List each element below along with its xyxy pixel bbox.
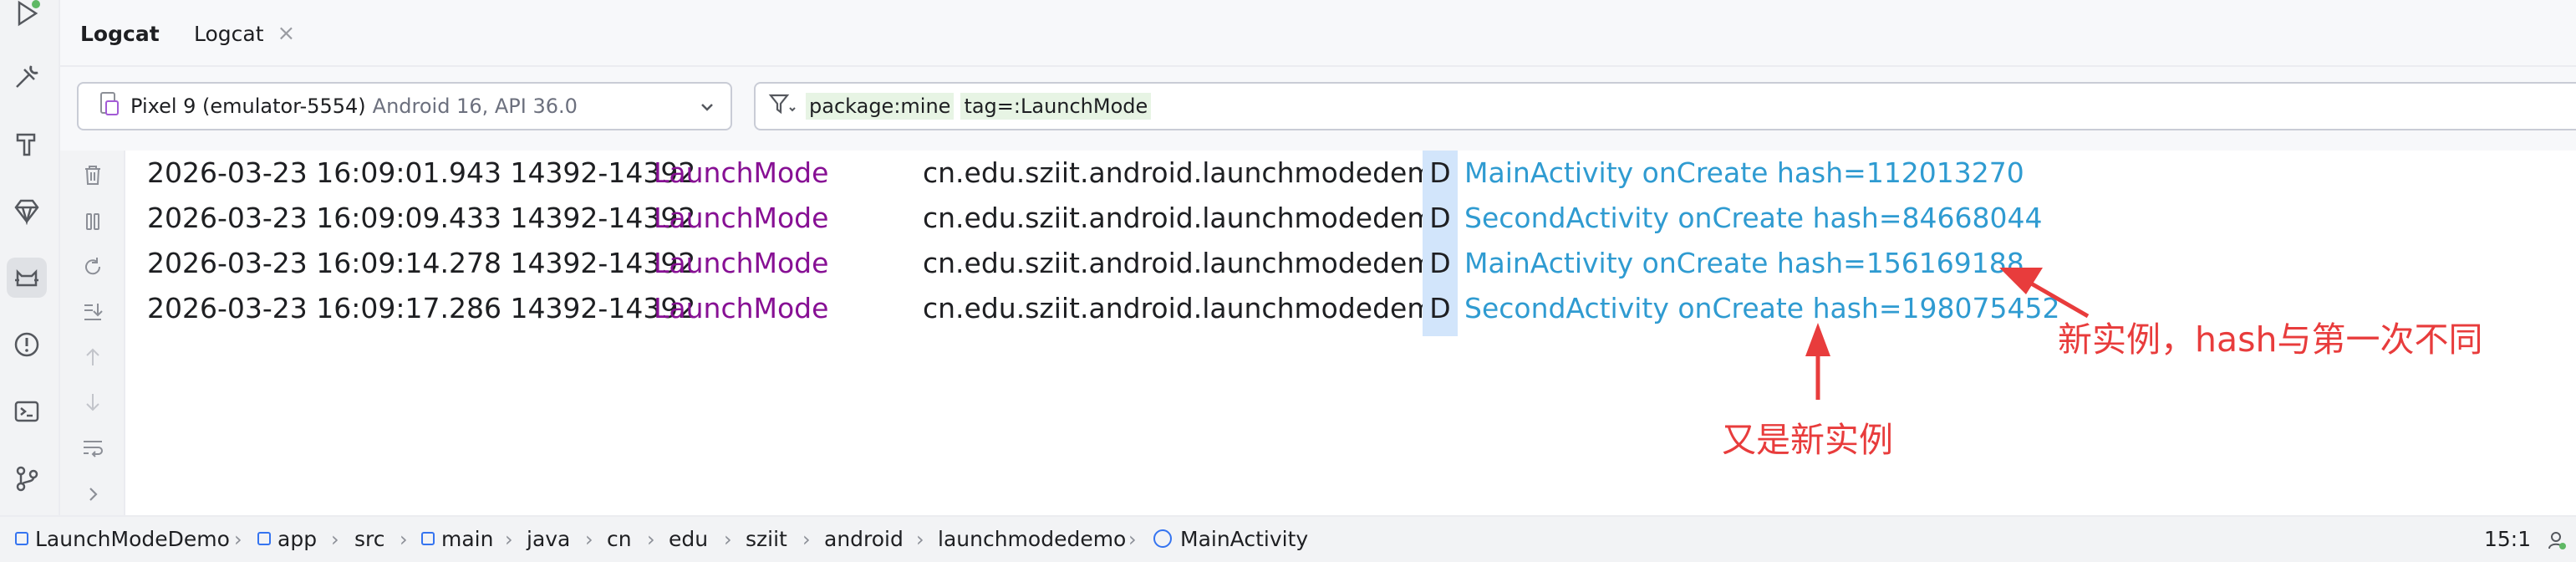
pause-icon[interactable]: [80, 209, 105, 234]
breadcrumb-label: app: [277, 527, 318, 551]
log-row[interactable]: 2026-03-23 16:09:01.943 14392-14392 Laun…: [125, 151, 2549, 196]
tab-logcat[interactable]: Logcat ×: [194, 0, 295, 67]
breadcrumb-item[interactable]: app: [257, 517, 317, 562]
filter-token-package: package:mine: [806, 93, 955, 120]
tab-label: Logcat: [194, 21, 264, 46]
log-timestamp: 2026-03-23 16:09:01.943 14392-14392: [147, 156, 696, 189]
log-timestamp: 2026-03-23 16:09:14.278 14392-14392: [147, 247, 696, 279]
log-tag: LaunchMode: [654, 202, 829, 234]
git-icon[interactable]: [7, 458, 47, 498]
status-bar: LaunchModeDemo › app › src › main › java…: [0, 515, 2576, 562]
breadcrumb-label: main: [441, 527, 494, 551]
breadcrumb-label: LaunchModeDemo: [35, 527, 230, 551]
terminal-icon[interactable]: [7, 391, 47, 432]
class-icon: [1153, 529, 1172, 548]
log-level: D: [1423, 151, 1458, 196]
breadcrumb-label: edu: [669, 527, 709, 551]
module-icon: [421, 532, 435, 545]
device-api-level: Android 16, API 36.0: [372, 95, 578, 118]
breadcrumb-separator: ›: [647, 528, 655, 551]
logcat-filter-input[interactable]: package:mine tag=:LaunchMode: [754, 82, 2576, 130]
filter-token-tag: tag=:LaunchMode: [960, 93, 1152, 120]
breadcrumb-label: sziit: [746, 527, 787, 551]
logcat-icon[interactable]: [7, 258, 47, 298]
build-tools-icon[interactable]: [7, 57, 47, 97]
log-timestamp: 2026-03-23 16:09:09.433 14392-14392: [147, 202, 696, 234]
breadcrumb-separator: ›: [331, 528, 339, 551]
breadcrumb-item[interactable]: LaunchModeDemo: [15, 517, 230, 562]
up-arrow-icon[interactable]: [80, 345, 105, 370]
logcat-actions: [60, 151, 125, 515]
breadcrumb-item[interactable]: cn: [607, 517, 632, 562]
breadcrumb-label: src: [354, 527, 385, 551]
breadcrumb-separator: ›: [916, 528, 924, 551]
log-package: cn.edu.sziit.android.launchmodedemo: [923, 247, 1451, 279]
tab-label: Logcat: [80, 21, 160, 46]
expand-icon[interactable]: [80, 482, 105, 507]
module-icon: [15, 532, 28, 545]
level-column-highlight: [1423, 331, 1458, 336]
device-name: Pixel 9 (emulator-5554): [130, 95, 366, 118]
breadcrumb-label: MainActivity: [1180, 527, 1309, 551]
log-package: cn.edu.sziit.android.launchmodedemo: [923, 156, 1451, 189]
annotation-new-instance-hash-differs: 新实例，hash与第一次不同: [2058, 319, 2483, 360]
breadcrumb-separator: ›: [234, 528, 242, 551]
log-message: MainActivity onCreate hash=112013270: [1464, 156, 2024, 189]
breadcrumb-separator: ›: [505, 528, 513, 551]
scroll-to-end-icon[interactable]: [80, 299, 105, 324]
breadcrumb-separator: ›: [585, 528, 593, 551]
log-tag: LaunchMode: [654, 292, 829, 324]
log-message: SecondActivity onCreate hash=84668044: [1464, 202, 2043, 234]
breadcrumb-separator: ›: [724, 528, 732, 551]
breadcrumb-label: java: [527, 527, 571, 551]
tab-logcat-title[interactable]: Logcat: [80, 0, 160, 67]
log-row[interactable]: 2026-03-23 16:09:14.278 14392-14392 Laun…: [125, 241, 2549, 286]
device-selector[interactable]: Pixel 9 (emulator-5554) Android 16, API …: [77, 82, 732, 130]
down-arrow-icon[interactable]: [80, 390, 105, 415]
problems-icon[interactable]: [7, 324, 47, 365]
tool-window-strip: [0, 0, 60, 515]
log-tag: LaunchMode: [654, 156, 829, 189]
log-message: MainActivity onCreate hash=156169188: [1464, 247, 2024, 279]
breadcrumb-item[interactable]: src: [354, 517, 385, 562]
breadcrumb-item[interactable]: MainActivity: [1153, 517, 1308, 562]
log-row[interactable]: 2026-03-23 16:09:09.433 14392-14392 Laun…: [125, 196, 2549, 241]
breadcrumb-label: android: [824, 527, 904, 551]
log-package: cn.edu.sziit.android.launchmodedemo: [923, 292, 1451, 324]
module-icon: [257, 532, 271, 545]
hammer-icon[interactable]: [7, 124, 47, 164]
log-tag: LaunchMode: [654, 247, 829, 279]
breadcrumb-label: launchmodedemo: [938, 527, 1127, 551]
chevron-down-icon: [695, 95, 719, 124]
log-message: SecondActivity onCreate hash=198075452: [1464, 292, 2060, 324]
breadcrumb-item[interactable]: edu: [669, 517, 708, 562]
log-level: D: [1423, 286, 1458, 331]
filter-icon[interactable]: [767, 91, 797, 121]
log-timestamp: 2026-03-23 16:09:17.286 14392-14392: [147, 292, 696, 324]
breadcrumb-separator: ›: [400, 528, 408, 551]
breadcrumb-item[interactable]: launchmodedemo: [938, 517, 1126, 562]
gem-icon[interactable]: [7, 191, 47, 231]
breadcrumb-item[interactable]: main: [421, 517, 493, 562]
breadcrumb-separator: ›: [802, 528, 811, 551]
breadcrumb-label: cn: [607, 527, 632, 551]
log-level: D: [1423, 196, 1458, 241]
trash-icon[interactable]: [80, 162, 105, 187]
breadcrumb-item[interactable]: sziit: [746, 517, 787, 562]
annotation-new-instance-again: 又是新实例: [1722, 420, 1893, 460]
breadcrumb-item[interactable]: java: [527, 517, 570, 562]
device-icon: [99, 91, 120, 121]
breadcrumb-separator: ›: [1128, 528, 1137, 551]
git-status-icon[interactable]: [2544, 529, 2568, 557]
cursor-position[interactable]: 15:1: [2484, 517, 2531, 562]
close-icon[interactable]: ×: [277, 21, 296, 46]
log-package: cn.edu.sziit.android.launchmodedemo: [923, 202, 1451, 234]
log-level: D: [1423, 241, 1458, 286]
breadcrumb-item[interactable]: android: [824, 517, 904, 562]
run-icon[interactable]: [7, 0, 47, 33]
restart-icon[interactable]: [80, 254, 105, 279]
soft-wrap-icon[interactable]: [80, 435, 105, 460]
tab-bar: Logcat Logcat ×: [60, 0, 2576, 67]
